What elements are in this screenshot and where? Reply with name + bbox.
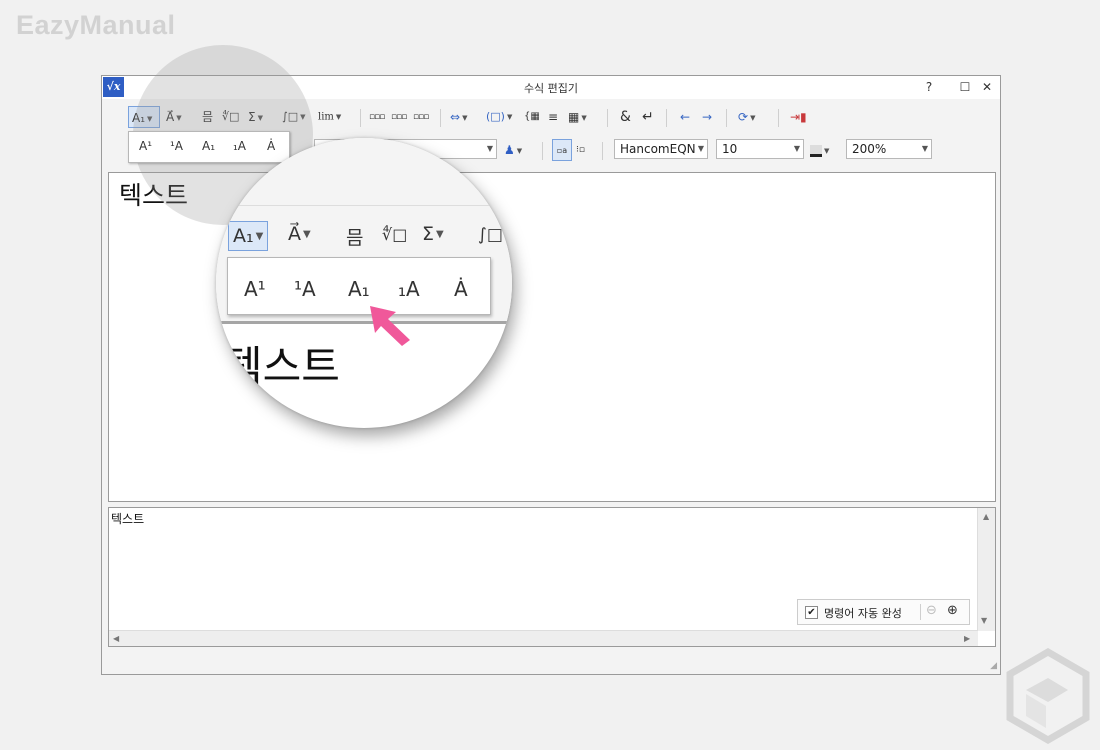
text-color-icon [810, 144, 822, 157]
toolbar-separator [726, 109, 727, 127]
arrow-dropdown-button[interactable]: ⇔ ▼ [450, 106, 467, 128]
subscript-right-option[interactable]: A₁ [202, 139, 215, 153]
scroll-up-icon[interactable]: ▲ [983, 512, 989, 521]
grid-dropdown-button[interactable]: ▦ ▼ [568, 106, 587, 128]
chevron-down-icon: ▼ [436, 229, 444, 240]
autocomplete-checkbox[interactable]: ✔ [805, 606, 818, 619]
vertical-scrollbar[interactable]: ▲ [977, 508, 995, 631]
maximize-button[interactable]: ☐ [954, 76, 976, 98]
cube-logo-icon [1006, 648, 1090, 744]
font-size-select[interactable]: 10 ▼ [716, 139, 804, 159]
watermark-logo: EazyManual [16, 10, 176, 40]
toolbar-separator [602, 142, 603, 160]
matrix-mid-icon[interactable]: ▫▫▫ [391, 106, 407, 128]
script-pane[interactable]: 텍스트 ▲ ◀ ▶ ▼ ✔ 명령어 자동 완성 ⊖ ⊕ [108, 507, 996, 647]
status-bar: ◢ [102, 651, 1000, 674]
pointer-arrow-icon [370, 306, 410, 346]
magnified-superscript-left-option: ¹A [294, 277, 316, 301]
magnified-root-button: ∜□ [382, 225, 408, 244]
superscript-right-option[interactable]: A¹ [139, 139, 152, 153]
double-arrow-icon: ⇔ [450, 110, 461, 124]
refresh-dropdown-button[interactable]: ⟳ ▼ [738, 106, 755, 128]
scroll-left-icon[interactable]: ◀ [113, 634, 119, 643]
font-select[interactable]: HancomEQN ▼ [614, 139, 708, 159]
magnifier-circle: A₁ ▼ A⃗ ▼ 믐 ∜□ Σ ▼ ∫□ A¹ ¹A A₁ ₁A Ȧ 텍스트 [216, 138, 512, 428]
bracket-dropdown-button[interactable]: (□) ▼ [486, 106, 512, 128]
left-arrow-button[interactable]: ← [680, 106, 690, 128]
toolbar-separator [607, 109, 608, 127]
magnified-style-button: A₁ ▼ [228, 221, 269, 251]
magnified-style-popup: A¹ ¹A A₁ ₁A Ȧ [227, 257, 491, 315]
grid-icon: ▦ [568, 110, 580, 124]
matrix-left-icon[interactable]: ▫▫▫ [369, 106, 385, 128]
toolbar-separator [778, 109, 779, 127]
bracket-icon: (□) [486, 110, 505, 123]
chevron-down-icon: ▼ [335, 113, 342, 121]
scroll-right-icon[interactable]: ▶ [964, 634, 970, 643]
toolbar-separator [440, 109, 441, 127]
chevron-down-icon: ▼ [303, 229, 311, 240]
font-select-value: HancomEQN [620, 142, 696, 156]
chevron-down-icon: ▼ [824, 146, 830, 155]
inline-mode-button[interactable]: ▫a [552, 139, 572, 161]
horizontal-scrollbar[interactable]: ◀ ▶ [109, 630, 978, 646]
superscript-left-option[interactable]: ¹A [170, 139, 183, 153]
magnified-sum-button: Σ ▼ [422, 223, 444, 245]
font-size-value: 10 [722, 142, 738, 156]
autocomplete-panel: ✔ 명령어 자동 완성 ⊖ ⊕ [797, 599, 970, 625]
magnified-style-label: A₁ [233, 225, 254, 247]
close-button[interactable]: ✕ [976, 76, 998, 98]
chevron-down-icon: ▼ [697, 144, 704, 153]
magnified-decoration-label: A⃗ [288, 223, 301, 245]
toolbar-separator [360, 109, 361, 127]
color-dropdown-button[interactable]: ▼ [810, 139, 829, 161]
autocomplete-label: 명령어 자동 완성 [824, 607, 902, 620]
align-icon[interactable]: ≡ [548, 106, 558, 128]
chevron-down-icon: ▼ [506, 113, 513, 121]
toolbar-separator [666, 109, 667, 127]
scroll-down-icon[interactable]: ▼ [981, 616, 987, 625]
chevron-down-icon: ▼ [581, 113, 587, 122]
magnified-equation-text: 텍스트 [224, 342, 340, 391]
magnified-center-above-option: Ȧ [454, 277, 468, 301]
enter-button[interactable]: ↵ [642, 106, 654, 128]
exit-icon[interactable]: ⇥▮ [790, 106, 807, 128]
refresh-icon: ⟳ [738, 110, 749, 124]
zoom-out-icon[interactable]: ⊖ [926, 603, 937, 618]
limit-button-label: lim [318, 111, 334, 123]
toolbar-separator [542, 142, 543, 160]
magnified-fraction-button: 믐 [346, 227, 364, 249]
magnified-subscript-right-option: A₁ [348, 277, 370, 301]
display-mode-button[interactable]: ⁝▫ [576, 139, 585, 161]
magnified-decoration-button: A⃗ ▼ [288, 223, 311, 245]
panel-separator [920, 604, 921, 620]
script-text: 텍스트 [111, 512, 145, 526]
chevron-down-icon: ▼ [750, 113, 756, 122]
zoom-in-icon[interactable]: ⊕ [947, 603, 958, 618]
matrix-right-icon[interactable]: ▫▫▫ [413, 106, 429, 128]
magnified-subscript-left-option: ₁A [398, 277, 420, 301]
magnified-integral-button: ∫□ [478, 225, 503, 245]
cases-icon[interactable]: {▦ [524, 106, 540, 128]
chevron-down-icon: ▼ [921, 144, 928, 153]
right-arrow-button[interactable]: → [702, 106, 712, 128]
chevron-down-icon: ▼ [516, 146, 523, 155]
magnified-sum-label: Σ [422, 223, 435, 245]
chevron-down-icon: ▼ [793, 144, 800, 153]
ampersand-button[interactable]: & [620, 106, 631, 128]
limit-dropdown-button[interactable]: lim ▼ [318, 106, 341, 128]
zoom-select[interactable]: 200% ▼ [846, 139, 932, 159]
help-button[interactable]: ? [918, 76, 940, 98]
chevron-down-icon: ▼ [462, 113, 468, 122]
zoom-value: 200% [852, 142, 887, 156]
magnified-titlebar-area [216, 138, 512, 206]
magnified-superscript-right-option: A¹ [244, 277, 266, 301]
resize-grip-icon[interactable]: ◢ [990, 661, 997, 671]
chevron-down-icon: ▼ [255, 230, 264, 242]
